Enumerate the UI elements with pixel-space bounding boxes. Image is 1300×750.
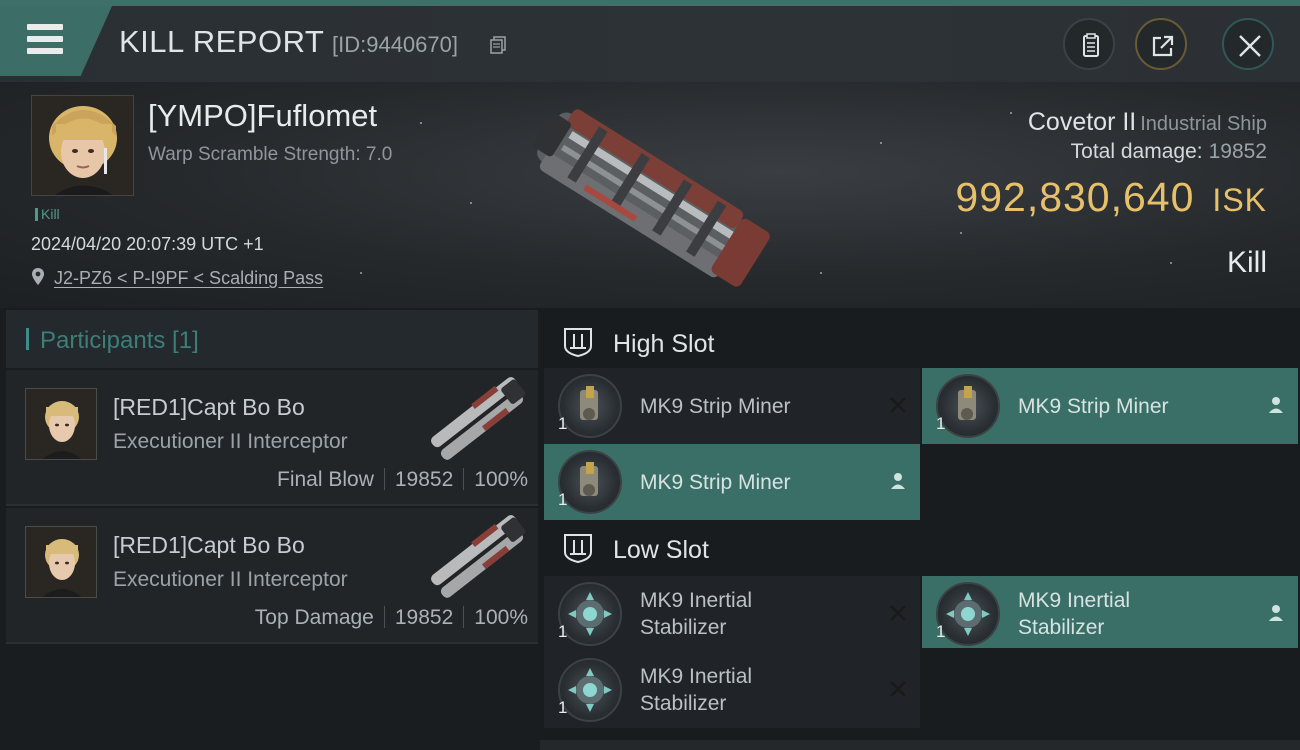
close-button[interactable]: [1222, 18, 1274, 70]
location-pin-icon: [32, 268, 44, 285]
menu-icon: [27, 24, 63, 54]
next-slot-header: [540, 740, 1300, 750]
share-button[interactable]: [1135, 18, 1187, 70]
warp-scramble-strength: Warp Scramble Strength: 7.0: [148, 144, 393, 165]
total-damage-value: 19852: [1208, 140, 1267, 163]
location-link[interactable]: J2-PZ6 < P-I9PF < Scalding Pass: [54, 268, 323, 289]
module-name: MK9 Strip Miner: [640, 395, 791, 418]
victim-banner: [YMPO]Fuflomet Warp Scramble Strength: 7…: [0, 82, 1300, 308]
participant-stats: Final Blow 19852 100%: [277, 468, 528, 492]
isk-value: 992,830,640 ISK: [955, 174, 1267, 221]
x-icon: [890, 681, 906, 697]
module-name: MK9 Strip Miner: [1018, 395, 1169, 418]
kill-tag: Kill: [35, 206, 60, 222]
participant-role: Top Damage: [254, 606, 374, 629]
participant-ship: Executioner II Interceptor: [113, 430, 348, 453]
stat-divider: [463, 606, 465, 628]
ship-name[interactable]: Covetor II: [1028, 108, 1136, 136]
victim-name[interactable]: [YMPO]Fuflomet: [148, 98, 377, 134]
stat-divider: [463, 468, 465, 490]
victim-ship-image: [534, 109, 770, 287]
module-quantity: 1: [936, 622, 946, 641]
total-damage: Total damage: 19852: [1071, 140, 1267, 164]
participant-name[interactable]: [RED1]Capt Bo Bo: [113, 394, 305, 421]
participants-panel: Participants [1] [RED1]Capt Bo Bo Execut…: [0, 308, 540, 750]
victim-avatar[interactable]: [31, 95, 134, 196]
strip-miner-icon: [558, 450, 622, 514]
participant-ship: Executioner II Interceptor: [113, 568, 348, 591]
module-quantity: 1: [558, 698, 568, 717]
participant-ship-image: [431, 377, 526, 460]
total-damage-label: Total damage:: [1070, 140, 1203, 163]
person-icon: [891, 473, 905, 489]
slot-icon: [564, 328, 592, 358]
notes-button[interactable]: [1063, 18, 1115, 70]
high-slot-header: High Slot: [540, 312, 1300, 372]
close-icon: [1239, 35, 1261, 57]
module-item[interactable]: 1 MK9 Inertial Stabilizer: [544, 576, 920, 652]
module-quantity: 1: [558, 622, 568, 641]
module-name: MK9 Inertial Stabilizer: [640, 665, 753, 715]
participant-percent: 100%: [474, 606, 528, 629]
participants-label: Participants [1]: [40, 327, 199, 354]
page-title: KILL REPORT: [119, 24, 325, 59]
module-name: MK9 Inertial Stabilizer: [1018, 589, 1131, 639]
inertial-stabilizer-icon: [558, 582, 622, 646]
participant-avatar[interactable]: [25, 388, 97, 460]
person-icon: [1269, 397, 1283, 413]
fitting-panel: High Slot 1 MK9 Strip Miner 1 MK9 Strip …: [540, 308, 1300, 750]
stat-divider: [383, 468, 385, 490]
participant-role: Final Blow: [277, 468, 374, 491]
participants-header[interactable]: Participants [1]: [6, 310, 538, 368]
module-quantity: 1: [558, 490, 568, 509]
kill-id: [ID:9440670]: [332, 32, 458, 57]
participant-row[interactable]: [RED1]Capt Bo Bo Executioner II Intercep…: [6, 508, 538, 644]
low-slot-header: Low Slot: [540, 518, 1300, 578]
strip-miner-icon: [936, 374, 1000, 438]
participant-name[interactable]: [RED1]Capt Bo Bo: [113, 532, 305, 559]
participant-damage: 19852: [394, 606, 454, 629]
isk-amount: 992,830,640: [955, 174, 1195, 220]
x-icon: [890, 397, 906, 413]
notes-icon: [1083, 33, 1099, 57]
module-item[interactable]: 1 MK9 Strip Miner: [544, 444, 920, 520]
share-icon: [1152, 35, 1174, 57]
module-item[interactable]: 1 MK9 Strip Miner: [922, 368, 1298, 444]
module-item[interactable]: 1 MK9 Inertial Stabilizer: [922, 576, 1298, 648]
high-slot-label: High Slot: [613, 330, 715, 358]
stat-divider: [383, 606, 385, 628]
participants-accent: [26, 328, 29, 350]
copy-icon[interactable]: [490, 36, 506, 54]
result-label: Kill: [1226, 246, 1267, 279]
ship-class: Industrial Ship: [1140, 113, 1267, 135]
module-quantity: 1: [936, 414, 946, 433]
module-name: MK9 Strip Miner: [640, 471, 791, 494]
participant-stats: Top Damage 19852 100%: [255, 606, 528, 630]
victim-ship: Covetor II Industrial Ship: [1028, 108, 1267, 137]
slot-icon: [564, 534, 592, 564]
module-name: MK9 Inertial Stabilizer: [640, 589, 753, 639]
inertial-stabilizer-icon: [936, 582, 1000, 646]
person-icon: [1269, 605, 1283, 621]
participant-ship-image: [431, 515, 526, 598]
participant-damage: 19852: [394, 468, 454, 491]
participant-percent: 100%: [474, 468, 528, 491]
x-icon: [890, 605, 906, 621]
module-quantity: 1: [558, 414, 568, 433]
module-item[interactable]: 1 MK9 Inertial Stabilizer: [544, 652, 920, 728]
module-item[interactable]: 1 MK9 Strip Miner: [544, 368, 920, 444]
strip-miner-icon: [558, 374, 622, 438]
participant-row[interactable]: [RED1]Capt Bo Bo Executioner II Intercep…: [6, 370, 538, 506]
participant-avatar[interactable]: [25, 526, 97, 598]
low-slot-label: Low Slot: [613, 536, 709, 564]
isk-unit: ISK: [1212, 182, 1267, 218]
inertial-stabilizer-icon: [558, 658, 622, 722]
kill-datetime: 2024/04/20 20:07:39 UTC +1: [31, 234, 264, 254]
